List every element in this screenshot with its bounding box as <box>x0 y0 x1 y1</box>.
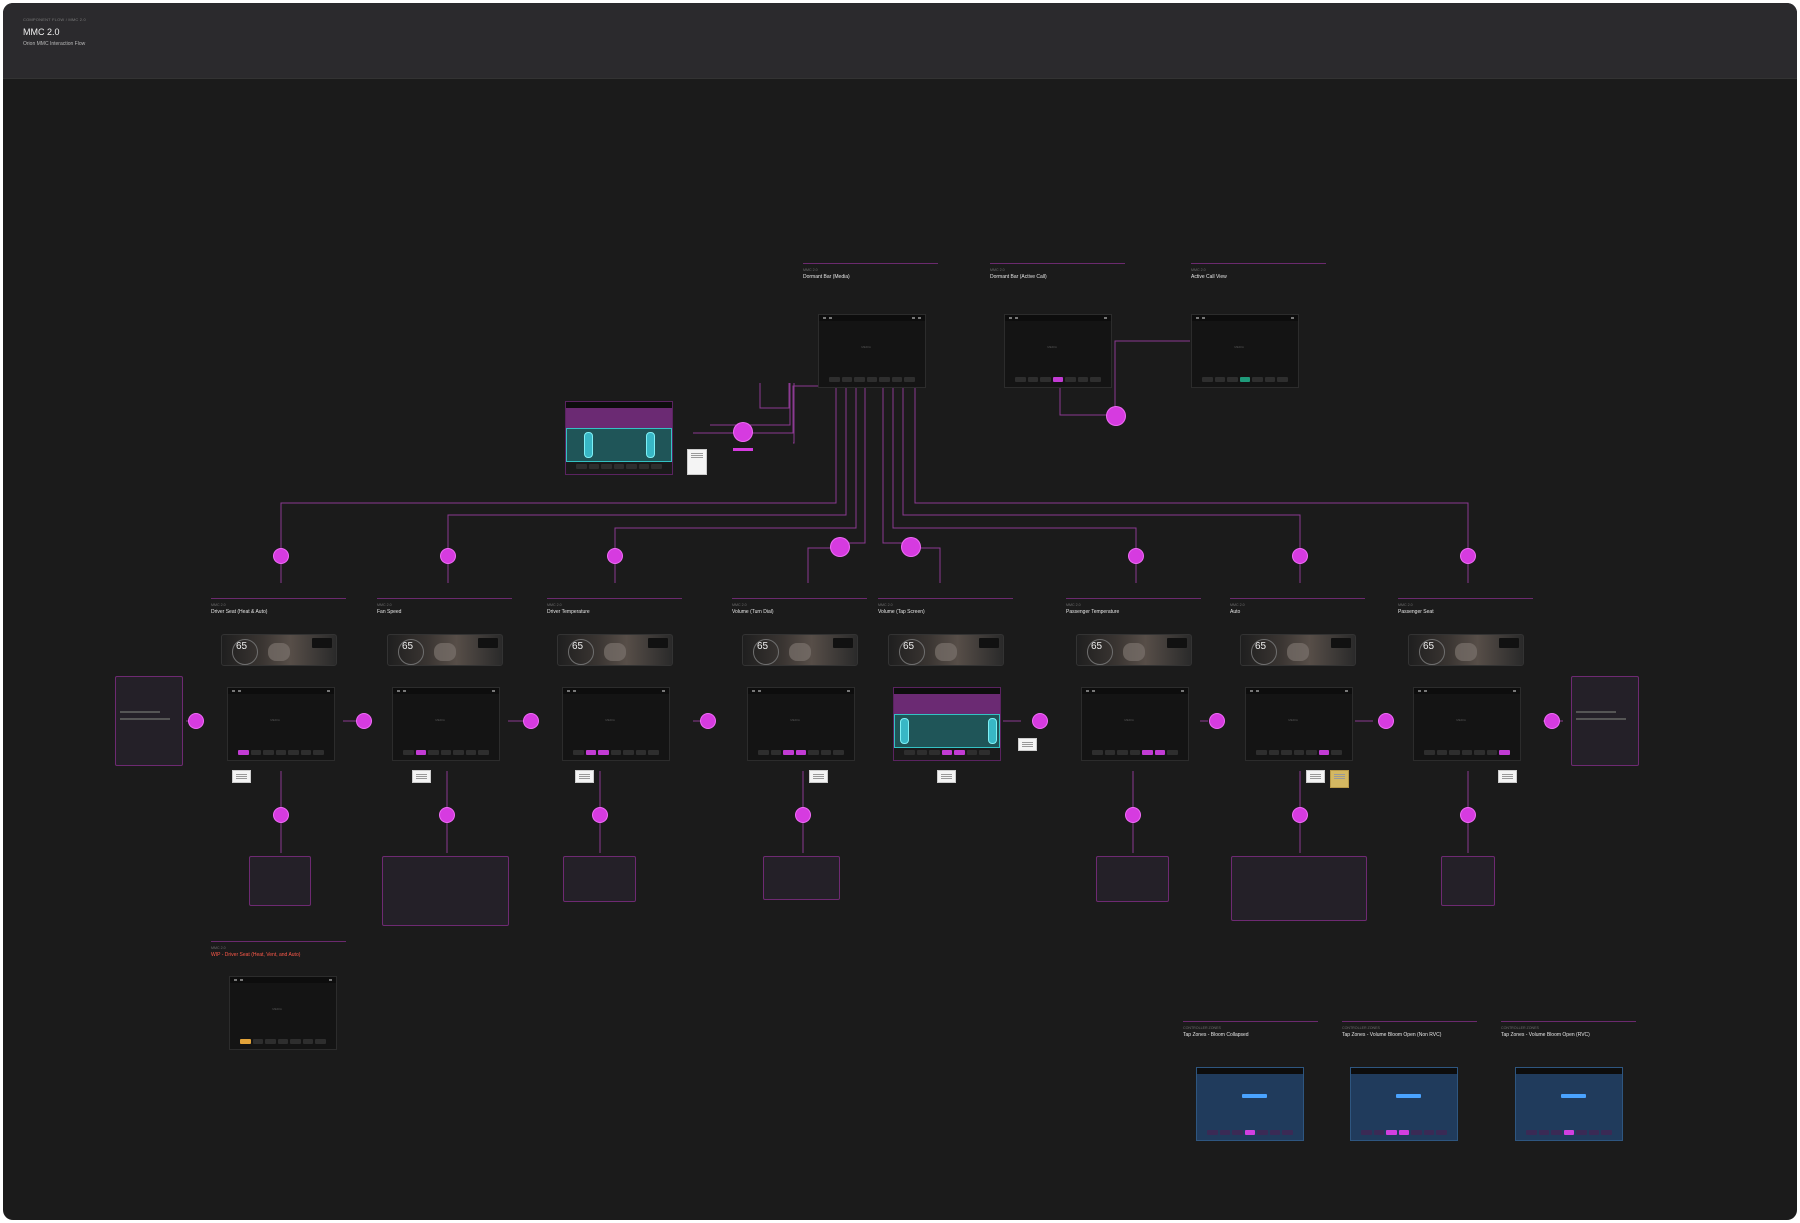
sticky-note[interactable] <box>809 770 828 783</box>
section-tap-zones-volume-bloom-rvc: CONTROLLER ZONES Tap Zones - Volume Bloo… <box>1501 1021 1636 1046</box>
flow-node[interactable] <box>1033 714 1047 728</box>
screen-tap-zones-volume-rvc[interactable] <box>1515 1067 1623 1141</box>
flow-node[interactable] <box>831 538 849 556</box>
sticky-note[interactable] <box>1498 770 1517 783</box>
screen-dormant-bar-active-call[interactable]: MEDIA <box>1004 314 1112 388</box>
instrument-cluster-passenger-temp: 65 <box>1076 634 1192 666</box>
flow-node[interactable] <box>357 714 371 728</box>
screen-dormant-bar-media[interactable]: MEDIA <box>818 314 926 388</box>
instrument-cluster-auto: 65 <box>1240 634 1356 666</box>
screen-tap-zones-bloom-collapsed[interactable] <box>1196 1067 1304 1141</box>
flow-node[interactable] <box>524 714 538 728</box>
bloom-label-bar <box>733 448 753 451</box>
section-active-call-view: MMC 2.0 Active Call View <box>1191 263 1326 288</box>
flow-node[interactable] <box>796 808 810 822</box>
flow-node[interactable] <box>701 714 715 728</box>
instrument-cluster-passenger-seat: 65 <box>1408 634 1524 666</box>
section-driver-seat: MMC 2.0 Driver Seat (Heat & Auto) <box>211 598 346 623</box>
file-header: COMPONENT FLOW / MMC 2.0 MMC 2.0 Orion M… <box>3 3 1797 79</box>
spec-note-volume[interactable] <box>763 856 840 900</box>
diagram-canvas[interactable]: COMPONENT FLOW / MMC 2.0 MMC 2.0 Orion M… <box>3 3 1797 1220</box>
flow-node[interactable] <box>1545 714 1559 728</box>
flow-node[interactable] <box>1129 549 1143 563</box>
screen-wip-driver-seat[interactable]: MEDIA <box>229 976 337 1050</box>
spec-note-driver-seat[interactable] <box>249 856 311 906</box>
screen-driver-seat[interactable]: MEDIA <box>227 687 335 761</box>
section-volume-tap-screen: MMC 2.0 Volume (Tap Screen) <box>878 598 1013 623</box>
screen-volume-bloom[interactable] <box>565 401 673 475</box>
section-fan-speed: MMC 2.0 Fan Speed <box>377 598 512 623</box>
screen-auto[interactable]: MEDIA <box>1245 687 1353 761</box>
screen-volume-tap-screen[interactable] <box>893 687 1001 761</box>
section-passenger-seat: MMC 2.0 Passenger Seat <box>1398 598 1533 623</box>
instrument-cluster-volume-dial: 65 <box>742 634 858 666</box>
flow-node[interactable] <box>593 808 607 822</box>
flow-node[interactable] <box>1126 808 1140 822</box>
spec-note-driver-temp[interactable] <box>563 856 636 902</box>
spec-note-fan-speed[interactable] <box>382 856 509 926</box>
side-note-left[interactable] <box>115 676 183 766</box>
page-subtitle: Orion MMC Interaction Flow <box>23 41 86 47</box>
instrument-cluster-fan-speed: 65 <box>387 634 503 666</box>
flow-node[interactable] <box>1461 808 1475 822</box>
spec-note-passenger-seat[interactable] <box>1441 856 1495 906</box>
side-note-right[interactable] <box>1571 676 1639 766</box>
section-tap-zones-bloom-collapsed: CONTROLLER ZONES Tap Zones - Bloom Colla… <box>1183 1021 1318 1046</box>
sticky-note[interactable] <box>1018 738 1037 751</box>
flow-node[interactable] <box>189 714 203 728</box>
spec-note-auto[interactable] <box>1231 856 1367 921</box>
sticky-note[interactable] <box>1306 770 1325 783</box>
section-dormant-bar-media: MMC 2.0 Dormant Bar (Media) <box>803 263 938 288</box>
sticky-note[interactable] <box>687 449 707 475</box>
screen-volume-turn-dial[interactable]: MEDIA <box>747 687 855 761</box>
section-dormant-bar-active-call: MMC 2.0 Dormant Bar (Active Call) <box>990 263 1125 288</box>
flow-node[interactable] <box>1107 407 1125 425</box>
screen-passenger-seat[interactable]: MEDIA <box>1413 687 1521 761</box>
instrument-cluster-driver-temp: 65 <box>557 634 673 666</box>
screen-passenger-temperature[interactable]: MEDIA <box>1081 687 1189 761</box>
flow-node[interactable] <box>441 549 455 563</box>
instrument-cluster-volume-tap: 65 <box>888 634 1004 666</box>
flow-node[interactable] <box>1293 549 1307 563</box>
sticky-note[interactable] <box>575 770 594 783</box>
section-driver-temperature: MMC 2.0 Driver Temperature <box>547 598 682 623</box>
screen-tap-zones-volume-non-rvc[interactable] <box>1350 1067 1458 1141</box>
flow-node[interactable] <box>1379 714 1393 728</box>
flow-node[interactable] <box>1210 714 1224 728</box>
section-passenger-temperature: MMC 2.0 Passenger Temperature <box>1066 598 1201 623</box>
flow-node[interactable] <box>608 549 622 563</box>
section-wip-driver-seat: MMC 2.0 WIP - Driver Seat (Heat, Vent, a… <box>211 941 346 966</box>
flow-node[interactable] <box>1293 808 1307 822</box>
flow-node[interactable] <box>274 549 288 563</box>
flow-node[interactable] <box>274 808 288 822</box>
flow-node[interactable] <box>902 538 920 556</box>
sticky-note[interactable] <box>937 770 956 783</box>
section-auto: MMC 2.0 Auto <box>1230 598 1365 623</box>
screen-active-call-view[interactable]: MEDIA <box>1191 314 1299 388</box>
breadcrumb: COMPONENT FLOW / MMC 2.0 <box>23 17 86 22</box>
page-title: MMC 2.0 <box>23 27 60 37</box>
instrument-cluster-driver-seat: 65 <box>221 634 337 666</box>
section-volume-turn-dial: MMC 2.0 Volume (Turn Dial) <box>732 598 867 623</box>
sticky-note[interactable] <box>412 770 431 783</box>
spec-note-passenger-temp[interactable] <box>1096 856 1169 902</box>
sticky-note-gold[interactable] <box>1330 770 1349 788</box>
flow-node[interactable] <box>734 423 752 441</box>
sticky-note[interactable] <box>232 770 251 783</box>
flow-node[interactable] <box>440 808 454 822</box>
screen-fan-speed[interactable]: MEDIA <box>392 687 500 761</box>
section-tap-zones-volume-bloom-non-rvc: CONTROLLER ZONES Tap Zones - Volume Bloo… <box>1342 1021 1477 1046</box>
screen-driver-temperature[interactable]: MEDIA <box>562 687 670 761</box>
flow-node[interactable] <box>1461 549 1475 563</box>
